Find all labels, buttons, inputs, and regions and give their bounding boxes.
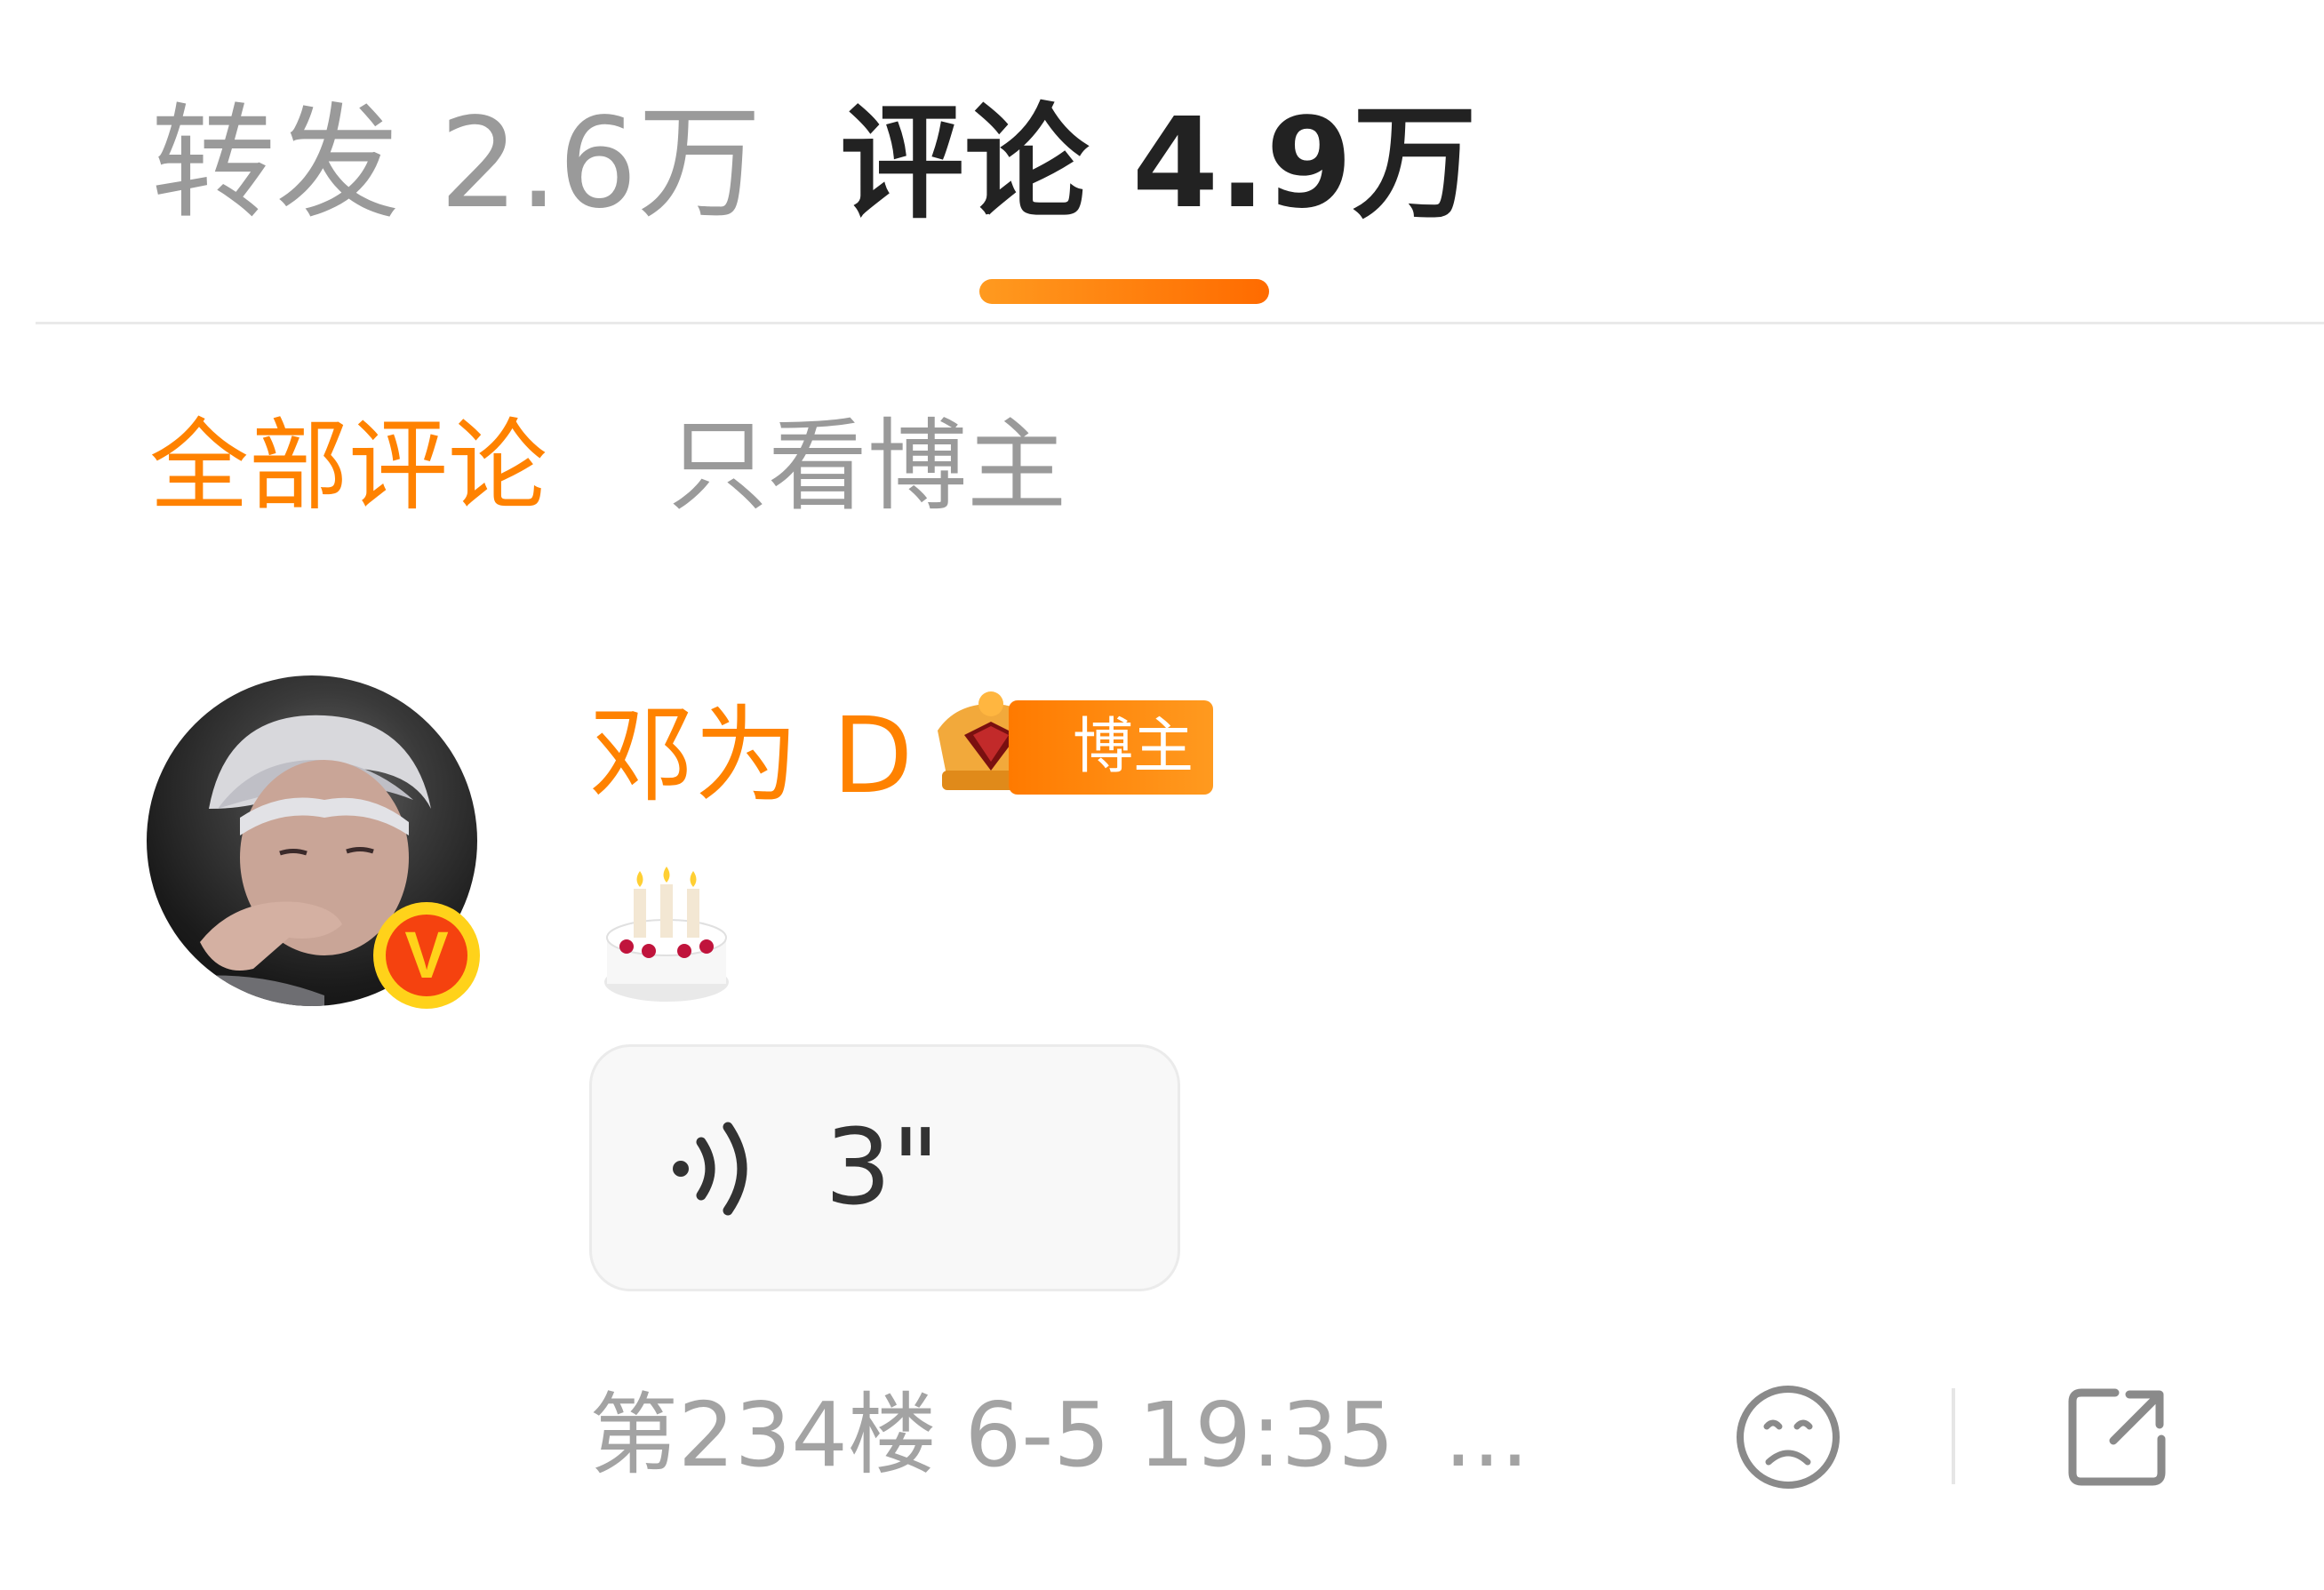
voice-duration: 3" [825, 1106, 940, 1228]
comment-floor: 第234楼 [589, 1383, 937, 1487]
dislike-icon[interactable] [1733, 1382, 1843, 1492]
comment-meta: 第234楼 6-5 19:35 [589, 1373, 1394, 1498]
comment-username[interactable]: 邓为 D [589, 693, 913, 818]
op-badge: 博主 [1009, 700, 1213, 795]
tab-comments-label: 评论 [840, 92, 1090, 236]
voice-message-bubble[interactable]: 3" [589, 1044, 1180, 1291]
voice-play-icon [673, 1122, 747, 1216]
filter-op-only[interactable]: 只看博主 [668, 404, 1066, 529]
tab-repost-count: 2.6万 [439, 92, 763, 236]
cake-icon [604, 867, 729, 1002]
tab-comments[interactable]: 评论 4.9万 [840, 84, 1477, 244]
verified-badge-icon: V [373, 902, 480, 1009]
tab-repost-label: 转发 [151, 92, 401, 236]
comments-page: 转发 2.6万 评论 4.9万 全部评论 只看博主 V 邓为 D 博主 3" 第… [0, 0, 2324, 1590]
tab-divider [36, 322, 2324, 324]
tab-comments-count: 4.9万 [1131, 92, 1477, 236]
active-tab-indicator [979, 279, 1269, 304]
tab-repost[interactable]: 转发 2.6万 [151, 84, 762, 244]
filter-all-comments[interactable]: 全部评论 [149, 404, 547, 529]
share-icon[interactable] [2062, 1382, 2172, 1492]
more-button[interactable]: ... [1444, 1373, 1529, 1498]
action-divider [1952, 1388, 1955, 1484]
comment-time: 6-5 19:35 [964, 1383, 1394, 1487]
